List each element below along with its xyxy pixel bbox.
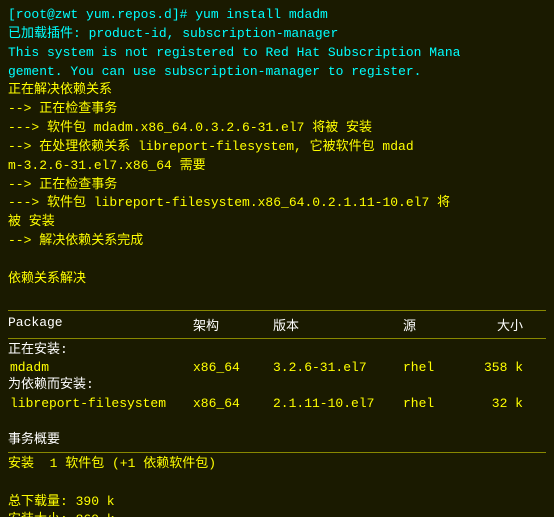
transaction-summary-label: 事务概要 bbox=[8, 431, 546, 450]
install-size-line: 安装大小: 869 k bbox=[8, 511, 546, 517]
pkg-arch-libreport: x86_64 bbox=[193, 396, 273, 411]
blank1 bbox=[8, 251, 546, 270]
col-package-header: Package bbox=[8, 315, 193, 334]
col-arch-header: 架构 bbox=[193, 315, 273, 334]
processing-dep: --> 在处理依赖关系 libreport-filesystem, 它被软件包 … bbox=[8, 138, 546, 176]
top-divider bbox=[8, 310, 546, 311]
install-mdadm: ---> 软件包 mdadm.x86_64.0.3.2.6-31.el7 将被 … bbox=[8, 119, 546, 138]
pkg-size-mdadm: 358 k bbox=[463, 360, 523, 375]
pkg-ver-libreport: 2.1.11-10.el7 bbox=[273, 396, 403, 411]
pkg-repo-mdadm: rhel bbox=[403, 360, 463, 375]
mid-divider bbox=[8, 338, 546, 339]
table-header-row: Package 架构 版本 源 大小 bbox=[8, 313, 546, 336]
terminal-window: [root@zwt yum.repos.d]# yum install mdad… bbox=[0, 0, 554, 517]
dep-install-label: 为依赖而安装: bbox=[8, 376, 546, 395]
deps-solved-label: 依赖关系解决 bbox=[8, 270, 546, 289]
install-count-line: 安装 1 软件包 (+1 依赖软件包) bbox=[8, 455, 546, 474]
summary-divider bbox=[8, 452, 546, 453]
prompt-line: [root@zwt yum.repos.d]# yum install mdad… bbox=[8, 6, 546, 25]
resolving-deps: 正在解决依赖关系 bbox=[8, 81, 546, 100]
checking-trans2: --> 正在检查事务 bbox=[8, 176, 546, 195]
blank2 bbox=[8, 289, 546, 308]
subscription-line: This system is not registered to Red Hat… bbox=[8, 44, 546, 82]
total-download-line: 总下载量: 390 k bbox=[8, 493, 546, 512]
install-libreport: ---> 软件包 libreport-filesystem.x86_64.0.2… bbox=[8, 194, 546, 232]
blank3 bbox=[8, 412, 546, 431]
pkg-arch-mdadm: x86_64 bbox=[193, 360, 273, 375]
pkg-name-libreport: libreport-filesystem bbox=[8, 396, 193, 411]
table-row-libreport: libreport-filesystem x86_64 2.1.11-10.el… bbox=[8, 395, 546, 412]
col-version-header: 版本 bbox=[273, 315, 403, 334]
deps-resolved: --> 解决依赖关系完成 bbox=[8, 232, 546, 251]
pkg-ver-mdadm: 3.2.6-31.el7 bbox=[273, 360, 403, 375]
pkg-size-libreport: 32 k bbox=[463, 396, 523, 411]
col-size-header: 大小 bbox=[463, 315, 523, 334]
pkg-repo-libreport: rhel bbox=[403, 396, 463, 411]
installing-label: 正在安装: bbox=[8, 341, 546, 360]
table-row-mdadm: mdadm x86_64 3.2.6-31.el7 rhel 358 k bbox=[8, 359, 546, 376]
pkg-name-mdadm: mdadm bbox=[8, 360, 193, 375]
col-repo-header: 源 bbox=[403, 315, 463, 334]
plugin-line: 已加载插件: product-id, subscription-manager bbox=[8, 25, 546, 44]
blank4 bbox=[8, 474, 546, 493]
checking-trans1: --> 正在检查事务 bbox=[8, 100, 546, 119]
